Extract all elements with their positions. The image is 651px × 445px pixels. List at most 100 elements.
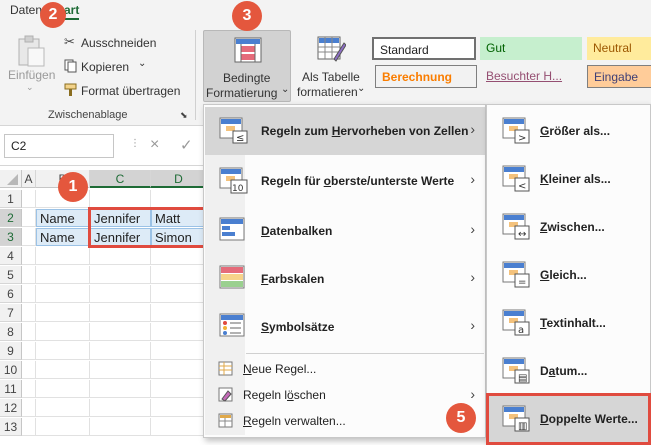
col-header-c[interactable]: C (90, 170, 151, 188)
equal-to-icon: = (502, 261, 530, 288)
grid-cell[interactable] (22, 418, 36, 436)
row-header[interactable]: 13 (0, 418, 22, 436)
conditional-formatting-button[interactable]: Bedingte Formatierung ⌄ (203, 30, 291, 102)
grid-cell[interactable] (36, 285, 90, 303)
tab-daten[interactable]: Daten (10, 3, 42, 17)
grid-cell[interactable] (22, 304, 36, 322)
row-header[interactable]: 10 (0, 361, 22, 379)
select-all-corner[interactable] (0, 170, 22, 188)
grid-cell[interactable] (90, 361, 151, 379)
grid-cell[interactable] (151, 304, 207, 322)
grid-cell[interactable] (90, 190, 151, 208)
style-besuchter-hyperlink[interactable]: Besuchter H... (480, 65, 582, 88)
grid-cell[interactable] (151, 266, 207, 284)
grid-cell[interactable] (22, 399, 36, 417)
menu-item-data-bars[interactable]: Datenbalken › (205, 207, 485, 255)
grid-cell[interactable] (36, 304, 90, 322)
row-header[interactable]: 11 (0, 380, 22, 398)
row-header[interactable]: 6 (0, 285, 22, 303)
row-header[interactable]: 12 (0, 399, 22, 417)
grid-cell[interactable] (36, 361, 90, 379)
grid-cell[interactable] (22, 209, 36, 227)
grid-cell[interactable] (90, 266, 151, 284)
format-as-table-button[interactable]: Als Tabelle formatieren ⌄ (296, 30, 368, 102)
grid-cell[interactable] (151, 247, 207, 265)
grid-cell[interactable] (36, 399, 90, 417)
cancel-icon[interactable]: × (150, 136, 159, 154)
grid-cell[interactable] (36, 342, 90, 360)
style-berechnung[interactable]: Berechnung (375, 65, 477, 88)
menu-item-color-scales[interactable]: Farbskalen › (205, 255, 485, 303)
style-eingabe[interactable]: Eingabe (587, 65, 651, 88)
grid-cell[interactable] (90, 247, 151, 265)
menu-item-icon-sets[interactable]: Symbolsätze › (205, 303, 485, 351)
grid-cell[interactable] (151, 361, 207, 379)
submenu-item-between[interactable]: ↔ Zwischen... (488, 203, 650, 251)
grid-cell[interactable] (90, 285, 151, 303)
cut-button[interactable]: ✂ Ausschneiden (64, 34, 184, 52)
style-standard[interactable]: Standard (372, 37, 476, 60)
style-neutral[interactable]: Neutral (587, 37, 651, 60)
grid-cell[interactable] (22, 361, 36, 379)
grid-cell[interactable] (36, 380, 90, 398)
grid-cell[interactable] (22, 266, 36, 284)
submenu-item-text-contains[interactable]: a Textinhalt... (488, 299, 650, 347)
copy-button[interactable]: Kopieren ⌄ (64, 58, 164, 76)
grid-cell[interactable] (151, 418, 207, 436)
grid-cell[interactable] (151, 380, 207, 398)
submenu-item-less-than[interactable]: < Kleiner als... (488, 155, 650, 203)
menu-item-clear-rules[interactable]: Regeln löschen › (205, 382, 485, 408)
row-header[interactable]: 2 (0, 209, 22, 227)
row-header[interactable]: 3 (0, 228, 22, 246)
icon-sets-icon (219, 313, 245, 337)
grid-cell[interactable] (151, 285, 207, 303)
grid-cell[interactable] (22, 323, 36, 341)
grid-cell[interactable] (22, 190, 36, 208)
grid-cell[interactable] (36, 247, 90, 265)
grid-cell[interactable] (22, 380, 36, 398)
col-header-d[interactable]: D (151, 170, 207, 188)
grid-cell[interactable] (90, 342, 151, 360)
menu-item-manage-rules[interactable]: Regeln verwalten... (205, 408, 485, 434)
row-header[interactable]: 1 (0, 190, 22, 208)
row-header[interactable]: 8 (0, 323, 22, 341)
grid-cell[interactable] (36, 323, 90, 341)
submenu-item-date[interactable]: ▤ Datum... (488, 347, 650, 395)
copy-dropdown-icon[interactable]: ⌄ (138, 58, 146, 69)
grid-cell[interactable] (151, 342, 207, 360)
grid-cell[interactable] (22, 285, 36, 303)
format-painter-button[interactable]: Format übertragen (64, 82, 188, 100)
col-header-a[interactable]: A (22, 170, 36, 188)
menu-item-new-rule[interactable]: Neue Regel... (205, 356, 485, 382)
menu-item-highlight-rules[interactable]: ≤ Regeln zum Hervorheben von Zellen › (205, 107, 485, 155)
name-box[interactable]: C2 (4, 134, 114, 158)
grid-cell[interactable] (36, 266, 90, 284)
conditional-formatting-menu: ≤ Regeln zum Hervorheben von Zellen › 10… (203, 104, 486, 438)
clipboard-launcher-icon[interactable]: ⬊ (180, 110, 188, 121)
row-header[interactable]: 5 (0, 266, 22, 284)
submenu-item-greater-than[interactable]: > Größer als... (488, 107, 650, 155)
grid-cell[interactable] (151, 323, 207, 341)
style-gut[interactable]: Gut (480, 37, 582, 60)
grid-cell[interactable] (90, 304, 151, 322)
grid-cell[interactable] (22, 342, 36, 360)
row-header[interactable]: 7 (0, 304, 22, 322)
grid-cell[interactable] (36, 418, 90, 436)
cell-b2[interactable]: Name (36, 209, 90, 227)
grid-cell[interactable] (22, 247, 36, 265)
grid-cell[interactable] (90, 399, 151, 417)
grid-cell[interactable] (151, 399, 207, 417)
grid-cell[interactable] (151, 190, 207, 208)
cell-b3[interactable]: Name (36, 228, 90, 246)
row-header[interactable]: 4 (0, 247, 22, 265)
paste-button[interactable]: Einfügen ⌄ (6, 32, 55, 102)
submenu-item-equal-to[interactable]: = Gleich... (488, 251, 650, 299)
row-header[interactable]: 9 (0, 342, 22, 360)
grid-cell[interactable] (90, 323, 151, 341)
grid-cell[interactable] (90, 380, 151, 398)
grid-cell[interactable] (90, 418, 151, 436)
chevron-right-icon: › (470, 121, 475, 137)
grid-cell[interactable] (22, 228, 36, 246)
menu-item-top-bottom-rules[interactable]: 10 Regeln für oberste/unterste Werte › (205, 157, 485, 205)
confirm-icon[interactable]: ✓ (180, 136, 193, 154)
